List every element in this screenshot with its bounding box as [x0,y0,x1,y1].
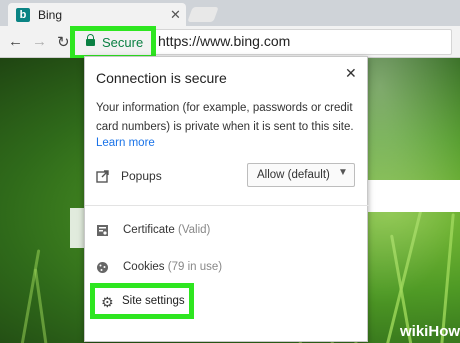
secure-indicator[interactable]: Secure [70,26,156,60]
tab-close-icon[interactable]: ✕ [170,7,181,23]
popups-select[interactable]: Allow (default) ▼ [247,163,355,187]
certificate-row[interactable]: Certificate (Valid) [123,224,210,236]
popup-title: Connection is secure [96,70,227,86]
wikihow-watermark: wikiHow [400,323,460,340]
site-settings-button[interactable]: ⚙ Site settings [90,283,194,319]
external-window-icon [96,170,110,184]
tab-bing[interactable]: b Bing ✕ [8,3,186,26]
search-box[interactable] [368,180,460,212]
site-settings-label: Site settings [122,295,185,307]
certificate-label: Certificate [123,224,175,236]
watermark-how: How [428,323,460,340]
close-icon[interactable]: ✕ [345,65,357,82]
forward-arrow-icon[interactable]: → [32,33,47,50]
popups-label: Popups [121,169,162,183]
bing-logo-fragment [70,208,84,248]
cookies-row[interactable]: Cookies (79 in use) [123,261,222,273]
bing-favicon: b [16,8,30,22]
url-text[interactable]: https://www.bing.com [158,33,290,49]
gear-icon: ⚙ [101,294,114,310]
divider [85,205,369,206]
lock-icon [86,34,95,46]
cookies-label: Cookies [123,261,165,273]
tab-strip: b Bing ✕ [0,0,460,26]
popup-description: Your information (for example, passwords… [96,102,354,133]
cookies-status: (79 in use) [167,261,223,273]
popups-select-value: Allow (default) [257,169,330,181]
grass-blade [33,268,48,343]
reload-icon[interactable]: ↻ [57,33,70,51]
watermark-wiki: wiki [400,323,429,340]
certificate-icon [96,224,110,238]
learn-more-link[interactable]: Learn more [96,137,155,149]
new-tab-button[interactable] [187,7,219,22]
site-info-popup: Connection is secure ✕ Your information … [84,56,369,342]
tab-title: Bing [38,8,63,22]
cookie-icon [96,261,110,275]
back-arrow-icon[interactable]: ← [8,33,23,50]
certificate-status: (Valid) [177,224,211,236]
toolbar: ← → ↻ https://www.bing.com [0,26,460,58]
secure-label: Secure [102,35,144,50]
dropdown-arrow-icon: ▼ [338,167,348,178]
